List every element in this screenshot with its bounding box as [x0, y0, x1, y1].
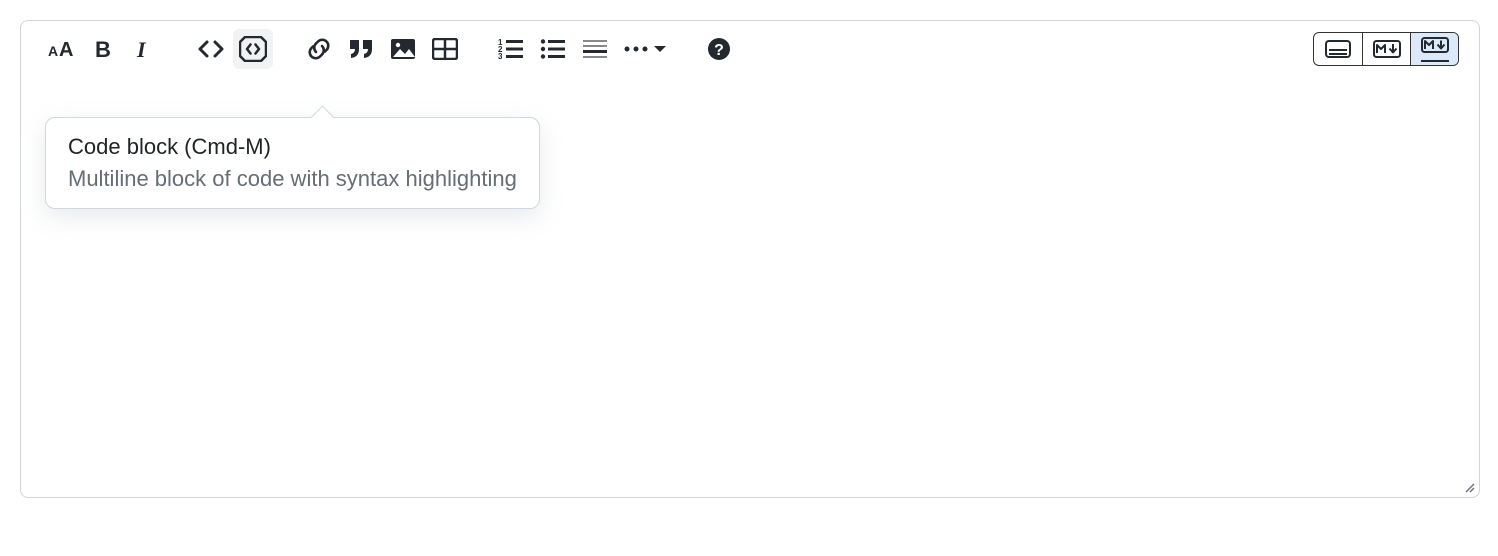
- help-icon: ?: [707, 37, 731, 61]
- tooltip-description: Multiline block of code with syntax high…: [68, 166, 517, 192]
- tooltip: Code block (Cmd-M) Multiline block of co…: [45, 117, 540, 209]
- image-button[interactable]: [383, 29, 423, 69]
- more-icon: [623, 41, 667, 57]
- code-block-icon: [239, 36, 267, 62]
- link-icon: [307, 37, 331, 61]
- help-group: ?: [699, 29, 739, 69]
- view-mode-switch: [1313, 32, 1459, 66]
- horizontal-rule-icon: [582, 38, 608, 60]
- text-format-group: AA B I: [41, 29, 165, 69]
- svg-text:A: A: [59, 39, 73, 60]
- split-icon: [1421, 37, 1449, 62]
- table-button[interactable]: [425, 29, 465, 69]
- insert-group: [299, 29, 465, 69]
- code-icon: [197, 38, 225, 60]
- quote-button[interactable]: [341, 29, 381, 69]
- quote-icon: [348, 38, 374, 60]
- view-split-button[interactable]: [1410, 33, 1458, 65]
- italic-icon: I: [135, 38, 155, 60]
- bold-button[interactable]: B: [83, 29, 123, 69]
- text-style-button[interactable]: AA: [41, 29, 81, 69]
- link-button[interactable]: [299, 29, 339, 69]
- table-icon: [432, 38, 458, 60]
- ordered-list-icon: 1 2 3: [498, 38, 524, 60]
- resize-handle[interactable]: [1461, 479, 1475, 493]
- more-button[interactable]: [617, 29, 673, 69]
- svg-text:B: B: [95, 38, 111, 60]
- horizontal-rule-button[interactable]: [575, 29, 615, 69]
- text-style-icon: AA: [48, 38, 74, 60]
- svg-text:3: 3: [498, 52, 503, 60]
- svg-text:A: A: [48, 43, 58, 59]
- tooltip-title: Code block (Cmd-M): [68, 134, 517, 160]
- image-icon: [390, 38, 416, 60]
- unordered-list-button[interactable]: [533, 29, 573, 69]
- toolbar: AA B I: [21, 21, 1479, 77]
- unordered-list-icon: [540, 38, 566, 60]
- code-group: [191, 29, 273, 69]
- svg-text:I: I: [136, 38, 147, 60]
- inline-code-button[interactable]: [191, 29, 231, 69]
- help-button[interactable]: ?: [699, 29, 739, 69]
- svg-text:?: ?: [714, 42, 724, 59]
- wysiwyg-icon: [1325, 40, 1351, 58]
- italic-button[interactable]: I: [125, 29, 165, 69]
- code-block-button[interactable]: [233, 29, 273, 69]
- ordered-list-button[interactable]: 1 2 3: [491, 29, 531, 69]
- markdown-icon: [1373, 40, 1401, 58]
- editor-container: AA B I: [20, 20, 1480, 498]
- view-markdown-button[interactable]: [1362, 33, 1410, 65]
- view-wysiwyg-button[interactable]: [1314, 33, 1362, 65]
- list-group: 1 2 3: [491, 29, 673, 69]
- bold-icon: B: [93, 38, 113, 60]
